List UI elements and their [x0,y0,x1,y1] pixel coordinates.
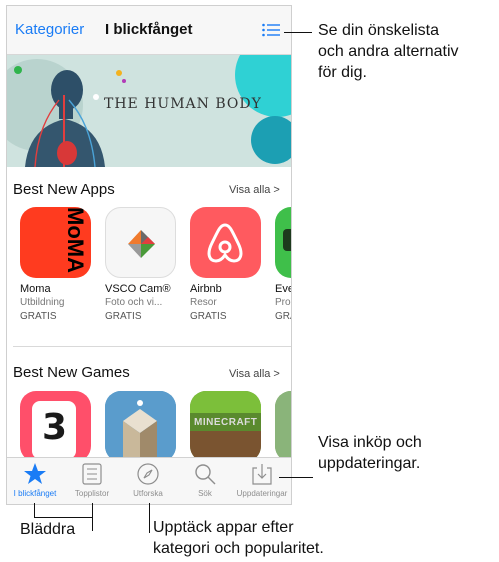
app-price: GRATIS [20,311,57,322]
app-tile-eve[interactable]: Eve Prod GRA [275,207,291,337]
callout-browse: Bläddra [20,521,76,538]
app-price: GRA [275,311,291,322]
app-category: Foto och vi... [105,297,163,308]
app-name: Eve [275,283,291,295]
callout-text: uppdateringar. [318,455,421,472]
see-all-link[interactable]: Visa alla > [229,368,280,380]
game-icon-monument-valley[interactable] [105,391,176,462]
callout-line-discover [149,503,150,533]
list-icon[interactable] [262,23,280,37]
search-icon [195,464,216,485]
game-icon-minecraft[interactable]: MINECRAFT [190,391,261,462]
app-price: GRATIS [105,311,142,322]
download-icon [252,464,272,485]
callout-purchases: Visa inköp och uppdateringar. [318,432,422,474]
moma-app-icon: MoMA [20,207,91,278]
callout-text: för dig. [318,64,367,81]
star-icon [24,463,46,484]
game-art-shape [275,391,291,462]
callout-text: Upptäck appar efter [153,519,294,536]
app-store-screen: Kategorier I blickfånget THE HUMAN BODY [6,5,292,505]
game-number-text: 3 [42,407,68,448]
navigation-bar: Kategorier I blickfånget [7,6,291,55]
eve-logo-icon [283,229,291,251]
callout-text: kategori och popularitet. [153,540,324,557]
grass-top-shape [190,391,261,413]
best-new-apps-section: Best New Apps Visa alla > MoMA Moma Utbi… [7,167,291,347]
game-icon-partial[interactable] [275,391,291,462]
callout-line-browse-bottom [34,517,93,518]
compass-icon [137,463,159,485]
page-title: I blickfånget [105,21,193,38]
callout-wishlist: Se din önskelista och andra alternativ f… [318,20,459,83]
tab-bar: I blickfånget Topplistor Utforska Sök Up… [7,457,291,504]
categories-button[interactable]: Kategorier [15,21,84,38]
app-tile-vsco[interactable]: VSCO Cam® Foto och vi... GRATIS [105,207,179,337]
banner-title: THE HUMAN BODY [104,96,262,112]
airbnb-app-icon [190,207,261,278]
app-price: GRATIS [190,311,227,322]
section-title: Best New Apps [13,181,115,198]
app-category: Resor [190,297,217,308]
tab-updates[interactable]: Uppdateringar [234,458,290,504]
eve-app-icon [275,207,291,278]
callout-line-browse-right [92,503,93,517]
app-name: Moma [20,283,51,295]
see-all-link[interactable]: Visa alla > [229,184,280,196]
callout-text: Se din önskelista [318,22,439,39]
app-category: Utbildning [20,297,65,308]
callout-line-wishlist [284,32,312,33]
callout-line-purchases [279,477,313,478]
tab-label: Uppdateringar [236,489,288,498]
game-icon-3[interactable]: 3 [20,391,91,462]
airbnb-logo-icon [207,223,243,263]
minecraft-logo-text: MINECRAFT [194,417,258,428]
callout-line-browse-left [34,503,35,517]
vsco-logo-icon [128,230,155,258]
callout-discover: Upptäck appar efter kategori och popular… [153,517,324,559]
vsco-app-icon [105,207,176,278]
app-name: VSCO Cam® [105,283,171,295]
featured-banner[interactable]: THE HUMAN BODY [7,55,291,167]
callout-text: och andra alternativ [318,43,459,60]
list-icon [82,463,102,485]
app-category: Prod [275,297,291,308]
app-name: Airbnb [190,283,222,295]
monument-valley-art [105,391,176,462]
app-tile-moma[interactable]: MoMA Moma Utbildning GRATIS [20,207,94,337]
callout-text: Visa inköp och [318,434,422,451]
app-tile-airbnb[interactable]: Airbnb Resor GRATIS [190,207,264,337]
callout-line-browse-stem [92,517,93,531]
section-title: Best New Games [13,364,130,381]
best-new-games-section: Best New Games Visa alla > 3 MINECRAFT [7,347,291,462]
moma-logo-text: MoMA [62,207,88,273]
